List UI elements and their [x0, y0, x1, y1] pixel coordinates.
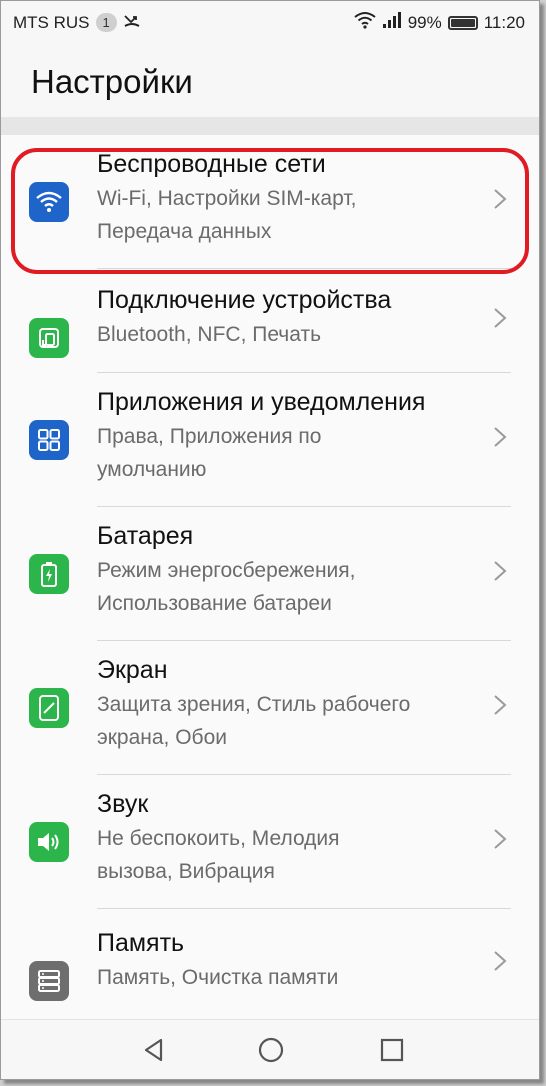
- settings-item-subtitle: Права, Приложения по: [97, 425, 322, 448]
- wifi-icon: [354, 11, 376, 34]
- phone-screen: MTS RUS 1 99% 11:20 Настройки Беспроводн…: [0, 0, 540, 1080]
- chevron-right-icon: [494, 561, 507, 581]
- speaker-icon: [29, 822, 69, 862]
- settings-item-apps-grid[interactable]: Приложения и уведомления Права, Приложени…: [1, 373, 539, 507]
- home-icon[interactable]: [258, 1037, 284, 1063]
- settings-item-subtitle: умолчанию: [97, 458, 207, 481]
- settings-item-title: Экран: [97, 656, 168, 684]
- settings-item-subtitle: вызова, Вибрация: [97, 860, 275, 883]
- signal-icon: [382, 11, 402, 34]
- settings-item-title: Батарея: [97, 522, 194, 550]
- chevron-right-icon: [494, 829, 507, 849]
- settings-item-device-connection[interactable]: Подключение устройства Bluetooth, NFC, Пе…: [1, 269, 539, 373]
- settings-item-subtitle: Режим энергосбережения,: [97, 559, 356, 582]
- sim-badge: 1: [95, 13, 117, 32]
- recents-icon[interactable]: [379, 1037, 405, 1063]
- settings-item-title: Подключение устройства: [97, 286, 392, 314]
- battery-percent: 99%: [407, 12, 442, 32]
- device-connection-icon: [29, 318, 69, 358]
- settings-item-battery[interactable]: Батарея Режим энергосбережения, Использова…: [1, 507, 539, 641]
- chevron-right-icon: [494, 308, 507, 328]
- highlight-frame: [11, 148, 529, 274]
- app-header: Настройки: [1, 41, 539, 117]
- clock: 11:20: [483, 12, 525, 32]
- carrier-name: MTS RUS: [13, 12, 90, 32]
- missed-call-icon: [123, 11, 141, 34]
- apps-grid-icon: [29, 420, 69, 460]
- section-separator: [1, 117, 539, 135]
- battery-icon: [447, 15, 478, 30]
- settings-item-title: Звук: [97, 790, 149, 818]
- settings-item-subtitle: Защита зрения, Стиль рабочего: [97, 693, 411, 716]
- navigation-bar: [1, 1019, 539, 1079]
- settings-item-subtitle: Не беспокоить, Мелодия: [97, 827, 340, 850]
- chevron-right-icon: [494, 427, 507, 447]
- status-bar: MTS RUS 1 99% 11:20: [1, 1, 539, 41]
- settings-item-title: Приложения и уведомления: [97, 388, 426, 416]
- settings-item-title: Память: [97, 929, 185, 957]
- settings-item-subtitle: Использование батареи: [97, 592, 332, 615]
- chevron-right-icon: [494, 951, 507, 971]
- settings-item-storage[interactable]: Память Память, Очистка памяти: [1, 909, 539, 1019]
- chevron-right-icon: [494, 695, 507, 715]
- back-icon[interactable]: [141, 1037, 167, 1063]
- settings-item-display[interactable]: Экран Защита зрения, Стиль рабочего экрана…: [1, 641, 539, 775]
- storage-icon: [29, 961, 69, 1001]
- settings-item-speaker[interactable]: Звук Не беспокоить, Мелодия вызова, Вибрац…: [1, 775, 539, 909]
- page-title: Настройки: [31, 63, 193, 100]
- settings-item-subtitle: Память, Очистка памяти: [97, 966, 339, 989]
- settings-item-subtitle: экрана, Обои: [97, 726, 227, 749]
- battery-icon: [29, 554, 69, 594]
- display-icon: [29, 688, 69, 728]
- settings-item-subtitle: Bluetooth, NFC, Печать: [97, 323, 322, 346]
